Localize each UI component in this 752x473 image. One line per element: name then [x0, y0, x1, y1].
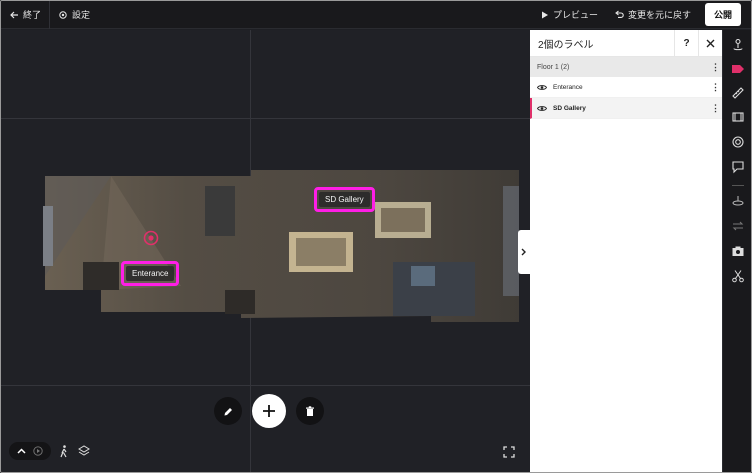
delete-button[interactable] — [296, 397, 324, 425]
settings-label: 設定 — [72, 10, 91, 20]
grid-line — [1, 385, 530, 386]
undo-icon — [615, 10, 624, 18]
edit-button[interactable] — [214, 397, 242, 425]
label-item-menu-icon[interactable]: ⋮ — [708, 82, 722, 93]
right-toolbar — [722, 30, 751, 472]
model-viewport[interactable]: SD Gallery Enterance — [1, 30, 530, 472]
chevron-up-icon — [17, 448, 26, 454]
exit-label: 終了 — [23, 10, 42, 20]
add-button[interactable] — [252, 394, 286, 428]
eye-icon[interactable] — [537, 105, 547, 112]
label-item-menu-icon[interactable]: ⋮ — [708, 103, 722, 114]
panel-header: 2個のラベル ? — [530, 29, 722, 57]
tag-sd-gallery[interactable]: SD Gallery — [314, 187, 375, 212]
scissors-icon[interactable] — [731, 269, 745, 283]
close-button[interactable] — [698, 29, 722, 57]
floor-name: Floor 1 — [537, 63, 559, 71]
help-button[interactable]: ? — [674, 29, 698, 57]
grid-line — [1, 118, 530, 119]
walk-icon[interactable] — [59, 444, 69, 458]
tag-sd-gallery-text: SD Gallery — [319, 192, 370, 207]
label-item-name: Enterance — [553, 83, 583, 91]
preview-button[interactable]: プレビュー — [533, 1, 606, 28]
label-item-name: SD Gallery — [553, 104, 586, 112]
view-mode-toggle[interactable] — [9, 442, 51, 460]
undo-label: 変更を元に戻す — [627, 10, 691, 20]
app-frame: 終了 設定 プレビュー 変更を元に戻す 公開 SD Gallery Entera… — [0, 0, 752, 473]
pencil-icon — [224, 407, 232, 415]
eye-icon[interactable] — [537, 84, 547, 91]
floorplan-view-icon[interactable] — [77, 445, 90, 457]
play-icon — [541, 11, 548, 18]
panel-collapse-tab[interactable] — [518, 230, 530, 274]
label-list-item[interactable]: Enterance ⋮ — [530, 77, 722, 98]
exit-button[interactable]: 終了 — [1, 1, 49, 28]
swap-icon[interactable] — [731, 219, 745, 233]
play-circle-icon — [33, 446, 43, 456]
position-target-icon[interactable] — [143, 230, 159, 246]
fullscreen-icon[interactable] — [503, 446, 515, 458]
film-icon[interactable] — [731, 110, 745, 124]
undo-button[interactable]: 変更を元に戻す — [606, 1, 699, 28]
view-controls — [9, 442, 90, 460]
close-icon — [706, 39, 715, 47]
settings-button[interactable]: 設定 — [50, 1, 98, 28]
top-bar: 終了 設定 プレビュー 変更を元に戻す 公開 — [1, 1, 751, 29]
toolbar-divider — [732, 185, 744, 186]
labels-panel: 2個のラベル ? Floor 1 (2) ⋮ Enterance ⋮ SD Ga… — [530, 29, 722, 472]
plus-icon — [263, 405, 275, 417]
arrow-left-icon — [10, 11, 18, 18]
panel-title: 2個のラベル — [538, 39, 594, 51]
floorplan-model[interactable] — [41, 166, 519, 322]
edit-tools — [214, 394, 324, 428]
floor-group-header[interactable]: Floor 1 (2) ⋮ — [530, 57, 722, 77]
chevron-right-icon — [521, 248, 526, 256]
floor-count: (2) — [560, 63, 570, 71]
floor-menu-icon[interactable]: ⋮ — [708, 62, 722, 73]
layers-icon[interactable] — [731, 194, 745, 208]
target-icon[interactable] — [731, 135, 745, 149]
gear-icon — [59, 10, 67, 19]
label-tag-icon[interactable] — [731, 62, 745, 76]
publish-button[interactable]: 公開 — [704, 3, 741, 26]
camera-icon[interactable] — [731, 244, 745, 258]
floor-group-label: Floor 1 (2) — [537, 64, 708, 71]
ruler-icon[interactable] — [731, 86, 745, 100]
trash-icon — [306, 405, 314, 416]
comment-icon[interactable] — [731, 160, 745, 174]
tag-enterance[interactable]: Enterance — [121, 261, 180, 286]
preview-label: プレビュー — [552, 10, 598, 20]
tag-enterance-text: Enterance — [126, 266, 175, 281]
user-pin-icon[interactable] — [731, 38, 745, 52]
label-list-item-selected[interactable]: SD Gallery ⋮ — [530, 98, 722, 119]
